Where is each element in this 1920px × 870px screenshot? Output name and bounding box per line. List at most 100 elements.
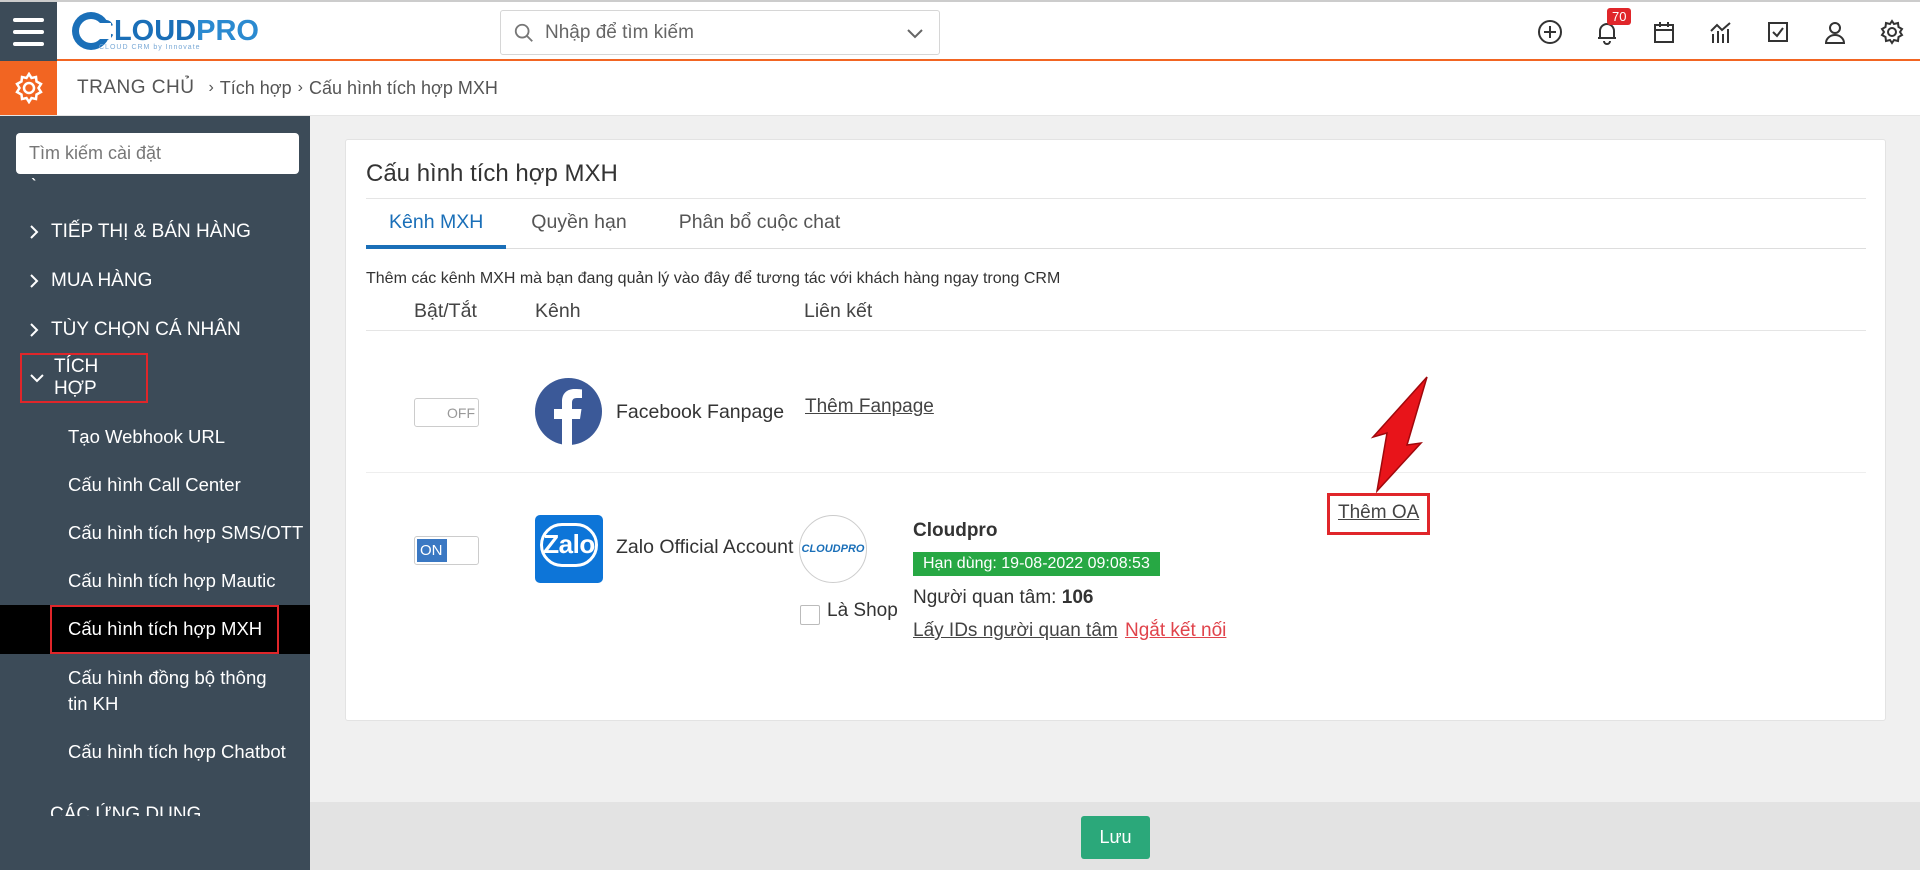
notification-count-badge: 70 <box>1607 8 1632 25</box>
sidebar-group-personal-options[interactable]: TÙY CHỌN CÁ NHÂN <box>0 308 310 352</box>
cut-off-text: ‹ · <box>30 178 48 188</box>
logo-wordmark: CLOUDPRO <box>93 15 259 48</box>
sidebar-item-social-integration[interactable]: Cấu hình tích hợp MXH <box>0 605 310 654</box>
oa-avatar: CLOUDPRO <box>799 515 867 583</box>
chevron-down-icon[interactable] <box>905 23 925 43</box>
chevron-right-icon: › <box>208 79 214 96</box>
top-header: CLOUDPRO CLOUD CRM by Innovate 70 <box>0 0 1920 61</box>
sidebar-group-label: TÙY CHỌN CÁ NHÂN <box>51 319 241 340</box>
settings-search-input[interactable] <box>16 133 299 174</box>
settings-sidebar: ‹ · TIẾP THỊ & BÁN HÀNG MUA HÀNG TÙY CHỌ… <box>0 116 310 870</box>
breadcrumb-current-page: Cấu hình tích hợp MXH <box>308 77 498 98</box>
global-search[interactable] <box>500 10 940 55</box>
menu-toggle-button[interactable] <box>0 2 57 61</box>
settings-gear-icon <box>1880 18 1903 45</box>
table-header: Bật/Tắt Kênh Liên kết <box>366 290 1866 331</box>
sidebar-scroll-overflow-top: ‹ · <box>0 178 310 192</box>
tab-bar: Kênh MXH Quyền hạn Phân bổ cuộc chat <box>366 199 1866 249</box>
facebook-logo-icon <box>535 378 602 445</box>
sidebar-group-label: TIẾP THỊ & BÁN HÀNG <box>51 221 251 242</box>
sidebar-item-webhook-url[interactable]: Tạo Webhook URL <box>0 424 310 450</box>
toggle-state-label: OFF <box>447 405 475 421</box>
facebook-toggle-switch[interactable]: OFF <box>414 398 479 427</box>
tab-social-channels[interactable]: Kênh MXH <box>366 199 507 249</box>
sidebar-item-call-center[interactable]: Cấu hình Call Center <box>0 472 310 498</box>
sidebar-group-purchasing[interactable]: MUA HÀNG <box>0 259 310 303</box>
sidebar-group-marketing-sales[interactable]: TIẾP THỊ & BÁN HÀNG <box>0 210 310 254</box>
hamburger-line <box>13 29 44 34</box>
tab-chat-distribution[interactable]: Phân bổ cuộc chat <box>656 199 864 249</box>
sidebar-group-label: TÍCH HỢP <box>53 356 99 399</box>
breadcrumb-integration-link[interactable]: Tích hợp <box>220 78 292 99</box>
add-fanpage-link[interactable]: Thêm Fanpage <box>805 396 934 418</box>
get-follower-ids-link[interactable]: Lấy IDs người quan tâm <box>913 620 1118 642</box>
sidebar-item-chatbot[interactable]: Cấu hình tích hợp Chatbot <box>0 739 310 765</box>
sidebar-scroll-overflow-bottom: CÁC ỨNG DỤNG <box>0 796 310 816</box>
chevron-right-icon <box>30 323 39 337</box>
tab-permissions[interactable]: Quyền hạn <box>508 199 649 249</box>
section-description: Thêm các kênh MXH mà bạn đang quản lý và… <box>366 270 1061 287</box>
zalo-logo-text: Zalo <box>543 529 595 559</box>
chevron-down-icon <box>30 374 44 383</box>
chevron-right-icon: › <box>297 79 303 96</box>
expiry-badge: Hạn dùng: 19-08-2022 09:08:53 <box>913 552 1160 576</box>
sidebar-group-apps[interactable]: CÁC ỨNG DỤNG <box>50 804 201 816</box>
chevron-right-icon <box>30 274 39 288</box>
page-title: Cấu hình tích hợp MXH <box>366 160 618 187</box>
user-icon <box>1824 21 1845 44</box>
calendar-button[interactable] <box>1635 2 1692 61</box>
column-header-toggle: Bật/Tắt <box>414 300 477 322</box>
header-actions: 70 <box>1521 2 1920 61</box>
quick-create-button[interactable] <box>1521 2 1578 61</box>
add-oa-link[interactable]: Thêm OA <box>1338 502 1419 524</box>
save-button[interactable]: Lưu <box>1081 816 1150 859</box>
is-shop-label: Là Shop <box>827 600 898 621</box>
sidebar-group-label: MUA HÀNG <box>51 270 153 291</box>
user-profile-button[interactable] <box>1806 2 1863 61</box>
hamburger-line <box>13 17 44 22</box>
logo-text-pro: PRO <box>196 14 259 47</box>
sidebar-item-customer-sync[interactable]: Cấu hình đồng bộ thông tin KH <box>0 665 290 717</box>
reports-button[interactable] <box>1692 2 1749 61</box>
followers-number: 106 <box>1061 587 1094 608</box>
sidebar-item-mautic[interactable]: Cấu hình tích hợp Mautic <box>0 568 310 594</box>
sidebar-item-sms-ott[interactable]: Cấu hình tích hợp SMS/OTT <box>0 520 310 546</box>
sidebar-group-integration[interactable]: TÍCH HỢP <box>20 353 148 403</box>
report-chart-icon <box>1709 21 1731 43</box>
social-integration-panel: Cấu hình tích hợp MXH Kênh MXH Quyền hạn… <box>345 139 1886 721</box>
channel-name-facebook: Facebook Fanpage <box>616 401 785 423</box>
zalo-logo-icon: Zalo <box>535 515 603 583</box>
row-divider <box>366 472 1866 473</box>
followers-label: Người quan tâm: <box>913 587 1057 608</box>
task-check-icon <box>1767 21 1788 42</box>
followers-count: Người quan tâm: 106 <box>913 587 1093 609</box>
app-logo[interactable]: CLOUDPRO CLOUD CRM by Innovate <box>67 8 259 54</box>
hamburger-line <box>13 41 44 46</box>
logo-subtitle: CLOUD CRM by Innovate <box>99 44 201 51</box>
oa-name: Cloudpro <box>913 520 998 541</box>
zalo-toggle-switch[interactable]: ON <box>414 536 479 565</box>
settings-gear-icon <box>14 72 43 104</box>
settings-button[interactable] <box>1863 2 1920 61</box>
breadcrumb-bar: TRANG CHỦ › Tích hợp › Cấu hình tích hợp… <box>0 61 1920 116</box>
global-search-input[interactable] <box>535 21 905 44</box>
search-icon <box>514 23 533 42</box>
notifications-button[interactable]: 70 <box>1578 2 1635 61</box>
channel-name-zalo: Zalo Official Account <box>616 536 794 558</box>
calendar-icon <box>1653 21 1674 43</box>
is-shop-checkbox[interactable] <box>800 605 820 625</box>
toggle-state-label: ON <box>417 539 447 562</box>
column-header-channel: Kênh <box>535 300 581 322</box>
chevron-right-icon <box>30 225 39 239</box>
column-header-link: Liên kết <box>804 300 873 322</box>
settings-section-button[interactable] <box>0 61 57 115</box>
annotation-arrow-icon <box>1370 376 1428 493</box>
tasks-button[interactable] <box>1749 2 1806 61</box>
breadcrumb-home-link[interactable]: TRANG CHỦ <box>77 77 194 99</box>
disconnect-link[interactable]: Ngắt kết nối <box>1125 620 1226 642</box>
plus-circle-icon <box>1537 19 1562 44</box>
action-footer: Lưu <box>310 802 1920 870</box>
breadcrumb: TRANG CHỦ › Tích hợp › Cấu hình tích hợp… <box>77 77 498 99</box>
highlight-box <box>50 605 279 654</box>
avatar-logo-text: CLOUDPRO <box>801 543 865 555</box>
